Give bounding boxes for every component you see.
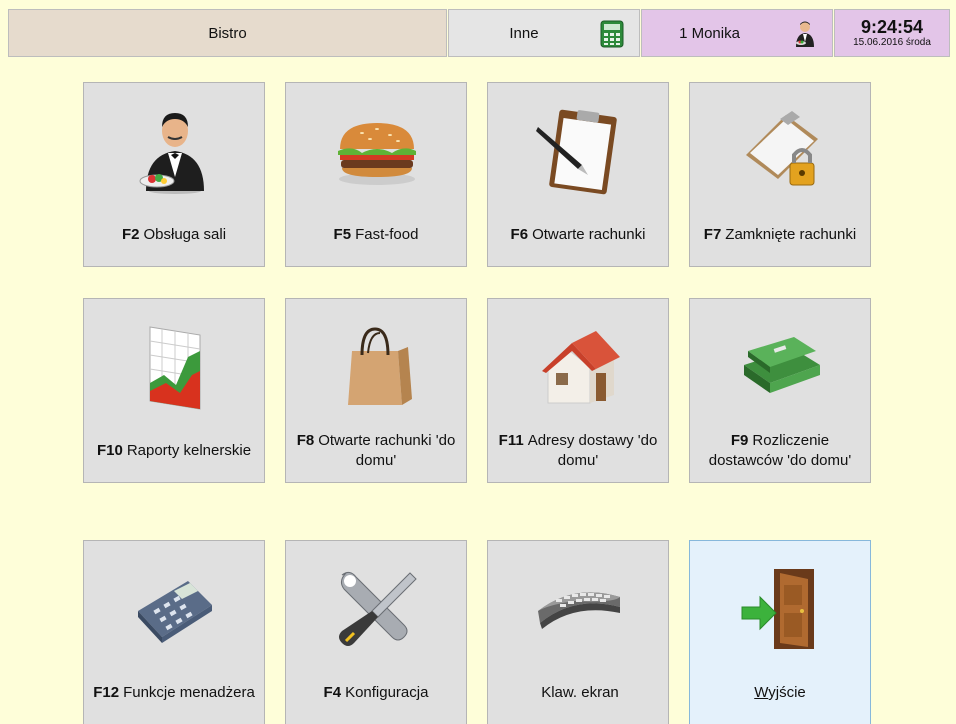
tile-label: F8 Otwarte rachunki 'do domu' (296, 432, 456, 469)
other-button[interactable]: Inne (448, 9, 640, 57)
money-icon (744, 337, 820, 393)
top-bar: Bistro Inne 1 Monika 9:24:54 15.06.2016 … (0, 0, 956, 62)
shopping-bag-icon (348, 327, 412, 405)
tile-f5-fast-food[interactable]: F5 Fast-food (285, 82, 467, 267)
tile-f7-closed-bills[interactable]: F7 Zamknięte rachunki (689, 82, 871, 267)
clipboard-pen-icon (536, 109, 617, 195)
venue-label: Bistro (208, 24, 247, 42)
waiter-small-icon (796, 21, 814, 47)
clock: 9:24:54 15.06.2016 środa (834, 9, 950, 57)
tile-label: F7 Zamknięte rachunki (703, 226, 857, 243)
tile-f8-open-bills-delivery[interactable]: F8 Otwarte rachunki 'do domu' (285, 298, 467, 483)
clock-date: 15.06.2016 środa (853, 37, 931, 48)
calculator-icon (138, 581, 212, 643)
clock-time: 9:24:54 (860, 17, 924, 37)
exit-door-icon (741, 569, 814, 649)
tile-label: Klaw. ekran (541, 684, 619, 701)
tile-label: F12 Funkcje menadżera (93, 684, 255, 701)
keyboard-icon (538, 592, 620, 629)
tile-label: F6 Otwarte rachunki (510, 226, 646, 243)
tile-f10-waiter-reports[interactable]: F10 Raporty kelnerskie (83, 298, 265, 483)
tile-screen-keyboard[interactable]: Klaw. ekran (487, 540, 669, 724)
tile-f12-manager-functions[interactable]: F12 Funkcje menadżera (83, 540, 265, 724)
tile-label: F10 Raporty kelnerskie (96, 442, 252, 459)
tools-icon (339, 571, 417, 646)
tile-f4-configuration[interactable]: F4 Konfiguracja (285, 540, 467, 724)
tile-label: Wyjście (754, 684, 806, 701)
tile-label: F11 Adresy dostawy 'do domu' (498, 432, 658, 469)
calculator-small-icon (600, 20, 624, 48)
tile-f6-open-bills[interactable]: F6 Otwarte rachunki (487, 82, 669, 267)
user-label: 1 Monika (679, 24, 740, 42)
tile-f2-room-service[interactable]: F2 Obsługa sali (83, 82, 265, 267)
venue-button[interactable]: Bistro (8, 9, 447, 57)
tile-f9-delivery-settlement[interactable]: F9 Rozliczenie dostawców 'do domu' (689, 298, 871, 483)
tile-f11-delivery-addresses[interactable]: F11 Adresy dostawy 'do domu' (487, 298, 669, 483)
waiter-icon (139, 113, 204, 194)
user-button[interactable]: 1 Monika (641, 9, 833, 57)
burger-icon (338, 123, 416, 185)
other-label: Inne (509, 24, 539, 42)
chart-icon (149, 326, 201, 410)
tile-label: F9 Rozliczenie dostawców 'do domu' (708, 432, 852, 469)
house-icon (542, 331, 620, 404)
clipboard-lock-icon (746, 111, 818, 186)
tile-label: F4 Konfiguracja (323, 684, 429, 701)
tile-exit[interactable]: Wyjście (689, 540, 871, 724)
tile-label: F5 Fast-food (333, 226, 419, 243)
tile-label: F2 Obsługa sali (121, 226, 227, 243)
